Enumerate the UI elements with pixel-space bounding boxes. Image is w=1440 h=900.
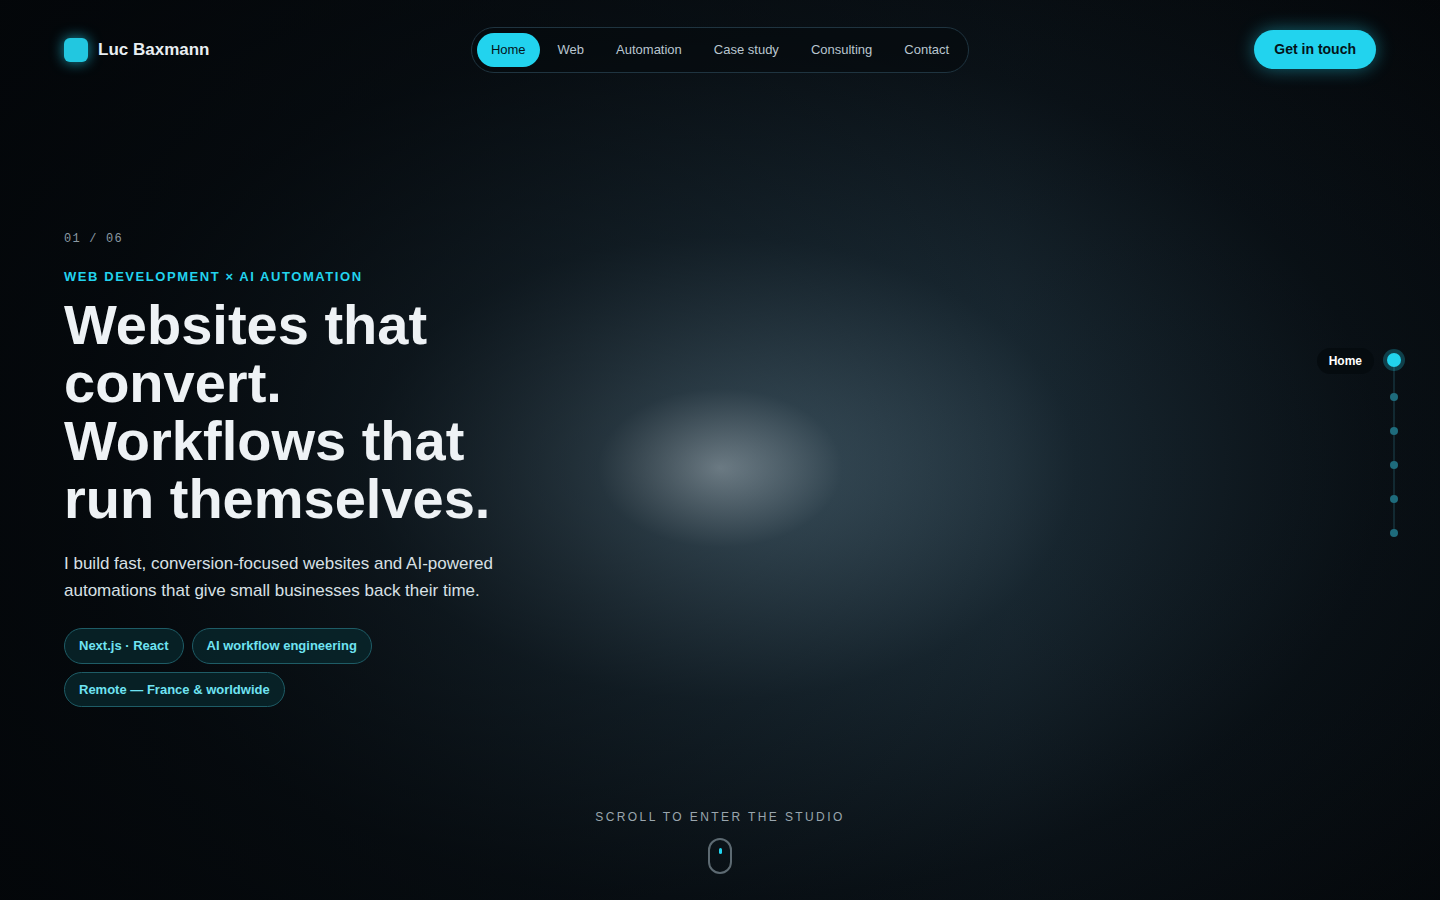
slide-counter: 01 / 06 (64, 230, 1376, 248)
section-nav: Home (1317, 347, 1406, 537)
section-dot[interactable] (1390, 461, 1398, 469)
nav-item[interactable]: Automation (602, 33, 696, 67)
logo-icon (64, 38, 88, 62)
scroll-hint: SCROLL TO ENTER THE STUDIO (0, 808, 1440, 874)
nav-item[interactable]: Contact (890, 33, 963, 67)
main-nav: HomeWebAutomationCase studyConsultingCon… (471, 27, 969, 73)
description: I build fast, conversion-focused website… (64, 550, 504, 604)
tag: Remote — France & worldwide (64, 672, 285, 708)
section-dot[interactable] (1390, 427, 1398, 435)
nav-item[interactable]: Home (477, 33, 540, 67)
headline: Websites thatconvert.Workflows thatrun t… (64, 296, 1376, 528)
section-dot[interactable] (1390, 495, 1398, 503)
eyebrow: WEB DEVELOPMENT × AI AUTOMATION (64, 267, 1376, 287)
section-label: Home (1317, 348, 1374, 374)
page: Luc BaxmannHomeWebAutomationCase studyCo… (0, 0, 1440, 900)
section-dot[interactable] (1387, 353, 1401, 367)
cta-button[interactable]: Get in touch (1254, 30, 1376, 69)
header: Luc BaxmannHomeWebAutomationCase studyCo… (0, 0, 1440, 73)
tag-list: Next.js · ReactAI workflow engineering Re… (64, 628, 404, 707)
tag: AI workflow engineering (192, 628, 372, 664)
hero: 01 / 06 WEB DEVELOPMENT × AI AUTOMATION We… (0, 73, 1440, 708)
nav-item[interactable]: Consulting (797, 33, 886, 67)
brand[interactable]: Luc Baxmann (64, 37, 284, 63)
section-dot[interactable] (1390, 393, 1398, 401)
tag: Next.js · React (64, 628, 184, 664)
mouse-icon (708, 838, 732, 874)
section-dot[interactable] (1390, 529, 1398, 537)
nav-item[interactable]: Case study (700, 33, 793, 67)
nav-item[interactable]: Web (544, 33, 599, 67)
